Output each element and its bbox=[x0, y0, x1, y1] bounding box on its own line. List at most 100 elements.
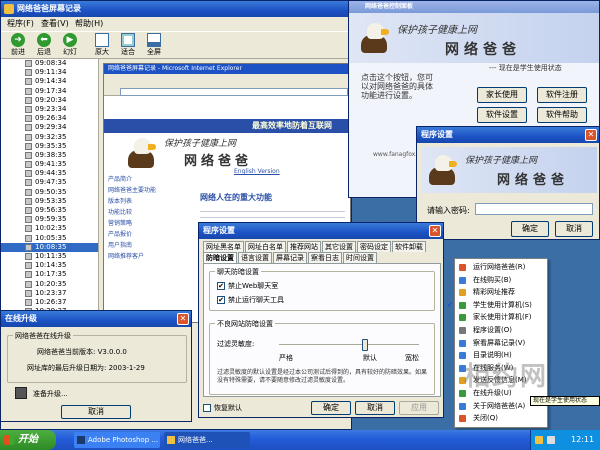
time-list-item[interactable]: 10:05:35 bbox=[1, 234, 98, 243]
time-list-item[interactable]: 09:50:35 bbox=[1, 188, 98, 197]
time-list-item[interactable]: 10:11:35 bbox=[1, 252, 98, 261]
time-list-item[interactable]: 10:20:35 bbox=[1, 280, 98, 289]
sensitivity-note: 过滤灵敏度的默认设置是经过本公司测试后得到的，具有较好的防暗效果。如果没有特殊需… bbox=[217, 369, 428, 384]
slider-thumb[interactable] bbox=[362, 339, 369, 351]
menu-item-close[interactable]: 关闭(Q) bbox=[455, 412, 547, 425]
time-list-item[interactable]: 09:44:35 bbox=[1, 169, 98, 178]
forward-button[interactable]: ➜ 前进 bbox=[5, 33, 31, 59]
screen-record-title-bar[interactable]: 网络爸爸屏幕记录 bbox=[1, 1, 351, 17]
menu-item-settings[interactable]: 程序设置(O) bbox=[455, 324, 547, 337]
sensitivity-slider[interactable] bbox=[279, 339, 419, 351]
time-list-item[interactable]: 09:59:35 bbox=[1, 215, 98, 224]
screenshot-thumbnail-icon bbox=[25, 151, 32, 159]
time-list-item[interactable]: 09:38:35 bbox=[1, 151, 98, 160]
password-input[interactable] bbox=[475, 203, 593, 215]
time-list-item[interactable]: 09:56:35 bbox=[1, 206, 98, 215]
back-button[interactable]: ⬅ 后退 bbox=[31, 33, 57, 59]
fit-label: 适合 bbox=[121, 48, 135, 56]
control-panel-title-bar[interactable]: 网络爸爸控制面板 bbox=[349, 1, 599, 13]
settings-apply-button[interactable]: 应用 bbox=[399, 401, 439, 415]
menu-item-parent[interactable]: 家长使用计算机(F) bbox=[455, 311, 547, 324]
time-list-item[interactable]: 09:20:34 bbox=[1, 96, 98, 105]
time-list-item[interactable]: 09:26:34 bbox=[1, 114, 98, 123]
menu-help[interactable]: 帮助(H) bbox=[75, 17, 103, 31]
menu-item-run[interactable]: 运行网络爸爸(R) bbox=[455, 261, 547, 274]
password-cancel-button[interactable]: 取消 bbox=[555, 221, 593, 237]
settings-dialog-close-button[interactable]: ✕ bbox=[429, 225, 441, 237]
preview-side-link: 网络爸爸主要功能 bbox=[108, 187, 157, 194]
tab-recommended-sites[interactable]: 推荐网站 bbox=[287, 241, 321, 252]
tray-netdad-icon[interactable] bbox=[535, 436, 543, 444]
time-list-item[interactable]: 09:08:34 bbox=[1, 59, 98, 68]
settings-cancel-button[interactable]: 取消 bbox=[355, 401, 395, 415]
time-list-item[interactable]: 09:23:34 bbox=[1, 105, 98, 114]
time-list-item[interactable]: 09:47:35 bbox=[1, 178, 98, 187]
time-list-item[interactable]: 09:11:34 bbox=[1, 68, 98, 77]
tab-password[interactable]: 密码设定 bbox=[357, 241, 391, 252]
menu-program[interactable]: 程序(F) bbox=[7, 17, 34, 31]
upgrade-dialog-close-button[interactable]: ✕ bbox=[177, 313, 189, 325]
time-list-item[interactable]: 10:17:35 bbox=[1, 270, 98, 279]
screenshot-thumbnail-icon bbox=[25, 280, 32, 288]
slideshow-label: 幻灯 bbox=[63, 48, 77, 56]
preview-browser-title: 网络爸爸屏幕记录 - Microsoft Internet Explorer bbox=[104, 64, 350, 74]
time-list-item[interactable]: 09:14:34 bbox=[1, 77, 98, 86]
time-list-item[interactable]: 09:29:34 bbox=[1, 123, 98, 132]
settings-dialog-title-bar[interactable]: 程序设置 bbox=[199, 223, 443, 239]
time-list-item[interactable]: 10:26:37 bbox=[1, 298, 98, 307]
parent-use-button[interactable]: 家长使用 bbox=[477, 87, 527, 103]
restore-default-checkbox[interactable] bbox=[203, 404, 211, 412]
time-list-item[interactable]: 10:14:35 bbox=[1, 261, 98, 270]
software-settings-button[interactable]: 软件设置 bbox=[477, 107, 527, 123]
time-list-item[interactable]: 09:53:35 bbox=[1, 197, 98, 206]
software-register-button[interactable]: 软件注册 bbox=[537, 87, 587, 103]
password-dialog-title-bar[interactable]: 程序设置 bbox=[417, 127, 599, 143]
menu-item-star[interactable]: 精彩网址推荐 bbox=[455, 286, 547, 299]
forward-icon: ➜ bbox=[11, 33, 25, 47]
tab-view-log[interactable]: 察看日志 bbox=[308, 252, 342, 263]
slideshow-button[interactable]: ▶ 幻灯 bbox=[57, 33, 83, 59]
web-chat-checkbox[interactable]: ✔ bbox=[217, 282, 225, 290]
time-list-item[interactable]: 09:32:35 bbox=[1, 133, 98, 142]
time-list-item[interactable]: 10:08:35 bbox=[1, 242, 98, 252]
menu-item-screen[interactable]: 察看屏幕记录(V) bbox=[455, 337, 547, 350]
menu-item-label: 关闭(Q) bbox=[473, 414, 498, 423]
password-ok-button[interactable]: 确定 bbox=[511, 221, 549, 237]
time-list-item[interactable]: 09:35:35 bbox=[1, 142, 98, 151]
upgrade-cancel-button[interactable]: 取消 bbox=[61, 405, 131, 419]
settings-ok-button[interactable]: 确定 bbox=[311, 401, 351, 415]
toolbar: ➜ 前进 ⬅ 后退 ▶ 幻灯 原大 适合 全屏 bbox=[1, 31, 351, 59]
software-help-button[interactable]: 软件帮助 bbox=[537, 107, 587, 123]
tab-time[interactable]: 时间设置 bbox=[343, 252, 377, 263]
upgrade-dialog-title-bar[interactable]: 在线升级 bbox=[1, 311, 191, 327]
tray-volume-icon[interactable] bbox=[547, 436, 555, 444]
menu-view[interactable]: 查看(V) bbox=[41, 17, 69, 31]
tab-protection[interactable]: 防暗设置 bbox=[203, 252, 237, 263]
tab-language[interactable]: 语言设置 bbox=[238, 252, 272, 263]
tab-url-blacklist[interactable]: 网址黑名单 bbox=[203, 241, 244, 252]
fit-button[interactable]: 适合 bbox=[115, 33, 141, 59]
upgrade-dialog: 在线升级 ✕ 网络爸爸在线升级 网络爸爸当前版本: V3.0.0.0 网址库的最… bbox=[0, 310, 192, 422]
time-list-item[interactable]: 10:02:35 bbox=[1, 224, 98, 233]
start-button[interactable]: 开始 bbox=[0, 430, 56, 450]
tab-screen-record[interactable]: 屏幕记录 bbox=[273, 252, 307, 263]
time-list-item[interactable]: 09:17:34 bbox=[1, 87, 98, 96]
tab-other-settings[interactable]: 其它设置 bbox=[322, 241, 356, 252]
actual-size-button[interactable]: 原大 bbox=[89, 33, 115, 59]
chat-tools-checkbox[interactable]: ✔ bbox=[217, 296, 225, 304]
chat-tools-checkbox-row[interactable]: ✔ 禁止运行聊天工具 bbox=[217, 295, 284, 305]
menu-item-student[interactable]: ✔ 学生使用计算机(S) bbox=[447, 299, 547, 312]
time-list-item[interactable]: 10:23:37 bbox=[1, 289, 98, 298]
web-chat-checkbox-row[interactable]: ✔ 禁止Web聊天室 bbox=[217, 281, 278, 291]
time-list-item[interactable]: 09:41:35 bbox=[1, 160, 98, 169]
time-list: 09:08:34 09:11:34 09:14:34 09:17:34 09:20:34… bbox=[1, 59, 99, 317]
restore-default-row[interactable]: 恢复默认 bbox=[203, 403, 242, 413]
preview-logo-area: 保护孩子健康上网 网络爸爸 bbox=[124, 134, 324, 174]
password-dialog-close-button[interactable]: ✕ bbox=[585, 129, 597, 141]
taskbar-task-netdad[interactable]: 网络爸爸... bbox=[164, 432, 250, 448]
menu-item-cart[interactable]: 在线购买(B) bbox=[455, 274, 547, 287]
tab-url-whitelist[interactable]: 网址白名单 bbox=[245, 241, 286, 252]
taskbar-task-photoshop[interactable]: Adobe Photoshop ... bbox=[74, 432, 160, 448]
fullscreen-button[interactable]: 全屏 bbox=[141, 33, 167, 59]
tab-uninstall[interactable]: 软件卸载 bbox=[392, 241, 426, 252]
